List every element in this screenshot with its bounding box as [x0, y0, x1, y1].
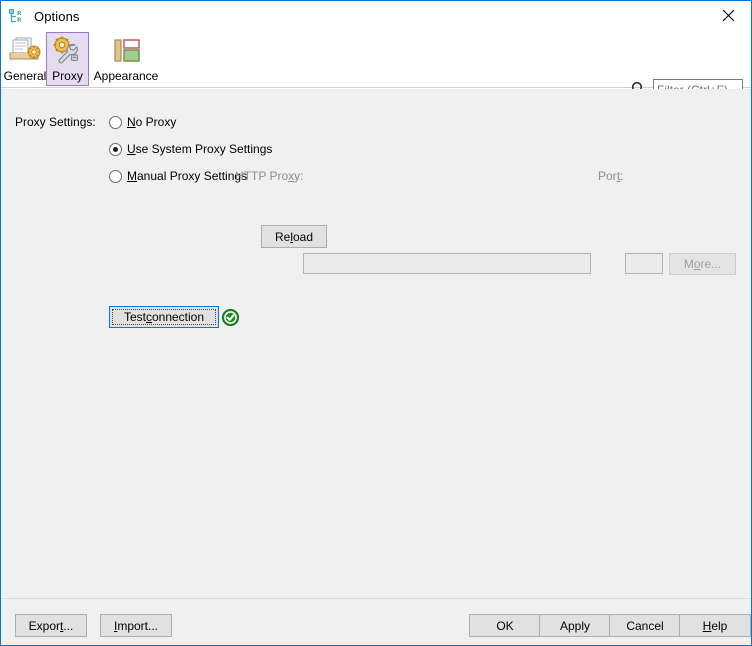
radio-use-system-proxy-label: Use System Proxy Settings	[127, 142, 273, 156]
import-button[interactable]: Import...	[100, 614, 172, 637]
window-title: Options	[34, 8, 80, 24]
http-proxy-label: HTTP Proxy:	[235, 169, 304, 183]
options-dialog: R R Options General Proxy Appearance Fil…	[0, 0, 752, 646]
tab-general-label: General	[3, 69, 47, 83]
close-icon	[722, 9, 735, 22]
cancel-button[interactable]: Cancel	[609, 614, 681, 637]
test-connection-button[interactable]: Test c onnection	[109, 306, 219, 328]
apply-button[interactable]: Apply	[539, 614, 611, 637]
port-label: Port:	[598, 169, 624, 183]
help-button[interactable]: Help	[679, 614, 751, 637]
mnemonic-m: M	[127, 169, 137, 183]
radio-use-system-proxy[interactable]	[109, 142, 122, 156]
export-button[interactable]: Expor t...	[15, 614, 87, 637]
documents-gear-icon	[8, 36, 42, 66]
proxy-settings-label: Proxy Settings:	[15, 115, 96, 129]
ok-button[interactable]: OK	[469, 614, 541, 637]
radio-manual-proxy-label: Manual Proxy Settings	[127, 169, 248, 183]
settings-panel: Proxy Settings: No Proxy Use System Prox…	[1, 89, 751, 598]
title-bar: R R Options	[1, 1, 751, 31]
tree-rr-icon: R R	[8, 7, 26, 25]
radio-row-no-proxy[interactable]: No Proxy	[109, 113, 176, 131]
mnemonic-n: N	[127, 115, 136, 129]
reload-button[interactable]: Re l oad	[261, 225, 327, 248]
tab-proxy[interactable]: Proxy	[46, 32, 89, 86]
mnemonic-h: H	[702, 618, 712, 633]
test-connection-label: Test c onnection	[112, 309, 216, 325]
tab-appearance[interactable]: Appearance	[90, 32, 162, 86]
layout-blocks-icon	[109, 36, 143, 66]
radio-row-manual-proxy[interactable]: Manual Proxy Settings	[109, 167, 247, 185]
radio-no-proxy[interactable]	[109, 115, 122, 129]
success-check-icon	[222, 309, 239, 326]
gear-wrench-icon	[51, 36, 85, 66]
port-input[interactable]	[625, 253, 663, 274]
http-proxy-input[interactable]	[303, 253, 591, 274]
more-button[interactable]: Mo re...	[669, 253, 736, 275]
svg-text:R: R	[17, 17, 22, 24]
tab-appearance-label: Appearance	[93, 69, 159, 83]
close-button[interactable]	[705, 1, 751, 30]
radio-manual-proxy[interactable]	[109, 169, 122, 183]
mnemonic-o: o	[693, 257, 701, 271]
dialog-footer: Expor t... Import... OK Apply Cancel Help	[1, 598, 751, 645]
radio-no-proxy-label: No Proxy	[127, 115, 177, 129]
tab-proxy-label: Proxy	[52, 69, 83, 83]
tab-general[interactable]: General	[3, 32, 47, 86]
toolbar: General Proxy Appearance Filter (Ctrl+F)	[1, 31, 751, 100]
mnemonic-u: U	[127, 142, 136, 156]
radio-row-use-system-proxy[interactable]: Use System Proxy Settings	[109, 140, 272, 158]
